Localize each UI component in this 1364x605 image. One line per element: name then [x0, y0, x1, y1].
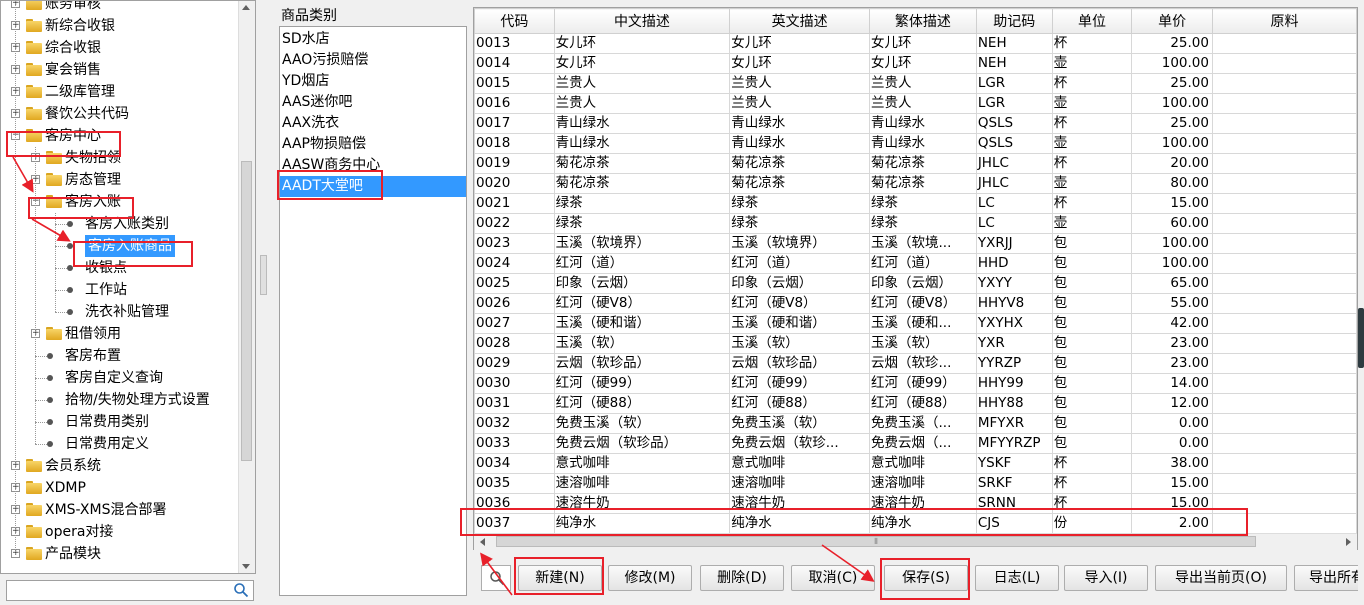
arrow-to-room-posting [12, 156, 34, 193]
arrow-to-save [821, 544, 875, 582]
arrow-to-new-row [480, 552, 513, 596]
annotation-arrows [12, 156, 875, 596]
arrow-to-posting-items [31, 218, 71, 242]
